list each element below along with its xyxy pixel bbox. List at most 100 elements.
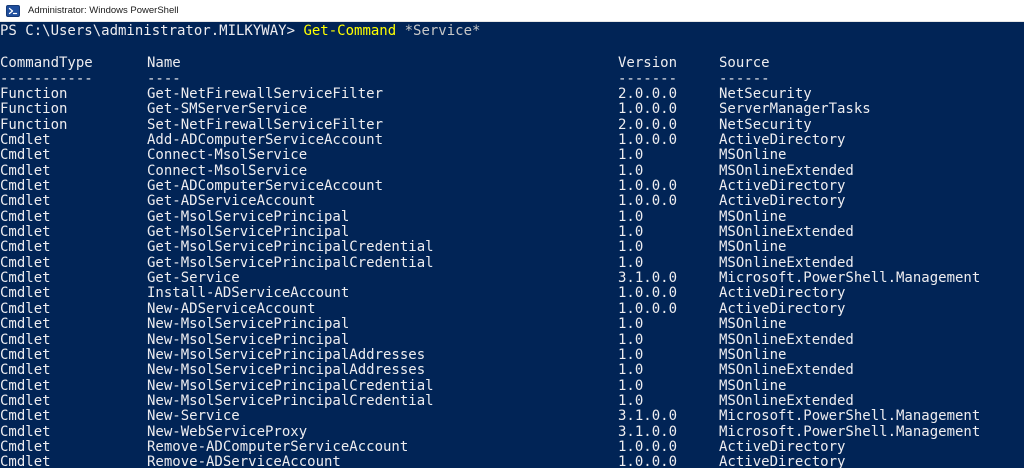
cell-commandtype: Function bbox=[0, 86, 68, 102]
table-row: Function Set-NetFirewallServiceFilter 2.0.… bbox=[0, 116, 1024, 133]
underline-version: ------- bbox=[618, 71, 678, 87]
table-row: Cmdlet New-WebServiceProxy 3.1.0.0 Microsof… bbox=[0, 423, 1024, 440]
table-row: Cmdlet New-MsolServicePrincipal 1.0 MSOnlin… bbox=[0, 316, 1024, 333]
cell-name: Remove-ADComputerServiceAccount bbox=[147, 438, 409, 455]
cell-source: MSOnline bbox=[719, 377, 787, 394]
cell-name: New-ADServiceAccount bbox=[147, 300, 316, 317]
cell-commandtype: Cmdlet bbox=[0, 162, 51, 179]
cell-source: ActiveDirectory bbox=[719, 193, 846, 210]
cell-version: 1.0 bbox=[618, 162, 644, 179]
table-row: Cmdlet Install-ADServiceAccount 1.0.0.0 Act… bbox=[0, 285, 1024, 302]
cell-source: MSOnline bbox=[719, 147, 787, 164]
cell-source: MSOnlineExtended bbox=[719, 224, 854, 241]
cell-version: 3.1.0.0 bbox=[618, 408, 678, 425]
cell-version: 1.0 bbox=[618, 208, 644, 225]
cell-name: New-WebServiceProxy bbox=[147, 423, 308, 440]
table-row: Cmdlet New-Service 3.1.0.0 Microsoft.PowerS… bbox=[0, 408, 1024, 425]
cell-name: Get-Service bbox=[147, 270, 240, 287]
cell-version: 1.0 bbox=[618, 254, 644, 271]
cell-source: ActiveDirectory bbox=[719, 178, 846, 195]
cell-commandtype: Cmdlet bbox=[0, 285, 51, 302]
console-output[interactable]: PS C:\Users\administrator.MILKYWAY> Get-… bbox=[0, 22, 1024, 468]
cell-version: 1.0.0.0 bbox=[618, 300, 678, 317]
cell-commandtype: Cmdlet bbox=[0, 331, 51, 348]
cell-version: 2.0.0.0 bbox=[618, 86, 678, 102]
cell-version: 1.0 bbox=[618, 147, 644, 164]
cell-commandtype: Cmdlet bbox=[0, 147, 51, 164]
table-header-underline: ----------- ---- ------- ------ bbox=[0, 71, 1024, 87]
title-bar[interactable]: Administrator: Windows PowerShell bbox=[0, 0, 1024, 22]
cell-commandtype: Cmdlet bbox=[0, 454, 51, 468]
table-row: Cmdlet Get-ADComputerServiceAccount 1.0.0.… bbox=[0, 178, 1024, 195]
cell-version: 1.0.0.0 bbox=[618, 454, 678, 468]
cell-version: 1.0 bbox=[618, 239, 644, 256]
cell-commandtype: Cmdlet bbox=[0, 193, 51, 210]
underline-commandtype: ----------- bbox=[0, 71, 93, 87]
powershell-icon bbox=[6, 4, 20, 18]
cell-commandtype: Cmdlet bbox=[0, 270, 51, 287]
cell-version: 1.0 bbox=[618, 362, 644, 379]
cell-source: MSOnline bbox=[719, 208, 787, 225]
table-row: Cmdlet Get-MsolServicePrincipalCredential… bbox=[0, 254, 1024, 271]
cell-version: 3.1.0.0 bbox=[618, 423, 678, 440]
cell-commandtype: Cmdlet bbox=[0, 316, 51, 333]
cell-source: ActiveDirectory bbox=[719, 438, 846, 455]
cell-source: MSOnline bbox=[719, 239, 787, 256]
cell-source: MSOnlineExtended bbox=[719, 162, 854, 179]
cell-source: Microsoft.PowerShell.Management bbox=[719, 270, 981, 287]
table-row: Cmdlet New-ADServiceAccount 1.0.0.0 ActiveD… bbox=[0, 300, 1024, 317]
cell-version: 1.0 bbox=[618, 316, 644, 333]
table-row: Cmdlet Remove-ADServiceAccount 1.0.0.0 Acti… bbox=[0, 454, 1024, 468]
cell-commandtype: Cmdlet bbox=[0, 300, 51, 317]
cell-version: 1.0.0.0 bbox=[618, 132, 678, 149]
cell-version: 1.0 bbox=[618, 346, 644, 363]
table-row: Cmdlet New-MsolServicePrincipalAddresses 1… bbox=[0, 362, 1024, 379]
table-row: Function Get-SMServerService 1.0.0.0 Server… bbox=[0, 101, 1024, 118]
cell-commandtype: Cmdlet bbox=[0, 132, 51, 149]
cell-commandtype: Cmdlet bbox=[0, 392, 51, 409]
cell-version: 1.0.0.0 bbox=[618, 438, 678, 455]
table-row: Function Get-NetFirewallServiceFilter 2.0.… bbox=[0, 86, 1024, 102]
cell-source: MSOnlineExtended bbox=[719, 392, 854, 409]
cell-name: Get-SMServerService bbox=[147, 101, 308, 118]
cell-name: Get-ADComputerServiceAccount bbox=[147, 178, 384, 195]
window-title: Administrator: Windows PowerShell bbox=[28, 5, 179, 16]
table-row: Cmdlet New-MsolServicePrincipalCredential… bbox=[0, 392, 1024, 409]
cell-name: New-MsolServicePrincipalCredential bbox=[147, 392, 434, 409]
cell-commandtype: Cmdlet bbox=[0, 346, 51, 363]
cell-commandtype: Function bbox=[0, 116, 68, 133]
cell-version: 1.0 bbox=[618, 224, 644, 241]
cell-name: Install-ADServiceAccount bbox=[147, 285, 350, 302]
header-source: Source bbox=[719, 55, 770, 71]
underline-name: ---- bbox=[147, 71, 181, 87]
cell-commandtype: Cmdlet bbox=[0, 362, 51, 379]
cell-commandtype: Cmdlet bbox=[0, 208, 51, 225]
underline-source: ------ bbox=[719, 71, 770, 87]
cell-source: MSOnlineExtended bbox=[719, 362, 854, 379]
cell-name: New-MsolServicePrincipalAddresses bbox=[147, 346, 426, 363]
cell-name: New-MsolServicePrincipalAddresses bbox=[147, 362, 426, 379]
cell-commandtype: Cmdlet bbox=[0, 178, 51, 195]
header-name: Name bbox=[147, 55, 181, 71]
cell-name: Get-MsolServicePrincipalCredential bbox=[147, 239, 434, 256]
cell-version: 1.0.0.0 bbox=[618, 285, 678, 302]
cell-name: Add-ADComputerServiceAccount bbox=[147, 132, 384, 149]
cell-commandtype: Cmdlet bbox=[0, 377, 51, 394]
cell-source: ServerManagerTasks bbox=[719, 101, 871, 118]
cell-name: Set-NetFirewallServiceFilter bbox=[147, 116, 384, 133]
cell-commandtype: Cmdlet bbox=[0, 423, 51, 440]
cell-source: Microsoft.PowerShell.Management bbox=[719, 408, 981, 425]
cell-source: MSOnlineExtended bbox=[719, 254, 854, 271]
table-row: Cmdlet Connect-MsolService 1.0 MSOnlineExte… bbox=[0, 162, 1024, 179]
cell-name: New-MsolServicePrincipal bbox=[147, 316, 350, 333]
cell-version: 1.0.0.0 bbox=[618, 178, 678, 195]
table-row: Cmdlet New-MsolServicePrincipalAddresses 1… bbox=[0, 346, 1024, 363]
cell-source: ActiveDirectory bbox=[719, 285, 846, 302]
cell-source: NetSecurity bbox=[719, 116, 812, 133]
cell-name: New-MsolServicePrincipalCredential bbox=[147, 377, 434, 394]
cell-version: 1.0 bbox=[618, 392, 644, 409]
table-row: Cmdlet Get-ADServiceAccount 1.0.0.0 ActiveD… bbox=[0, 193, 1024, 210]
cell-source: MSOnline bbox=[719, 346, 787, 363]
cell-source: NetSecurity bbox=[719, 86, 812, 102]
